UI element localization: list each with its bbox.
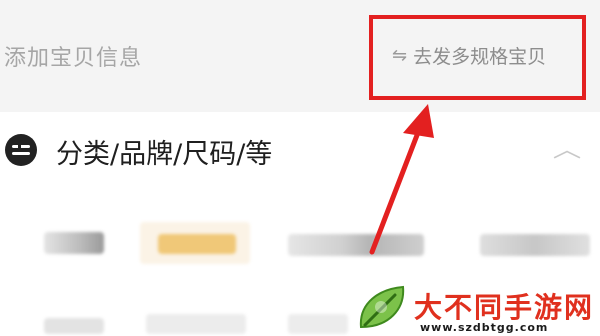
category-label: 分类/品牌/尺码/等 [56,139,273,170]
watermark-logo-icon [359,285,405,329]
watermark-url: www.szdbtgg.com [420,321,549,334]
option-chip-selected-fill [158,234,236,254]
option-chip[interactable] [44,232,104,254]
option-chip[interactable] [288,314,348,334]
chevron-up-icon[interactable]: ︿ [553,132,582,164]
list-icon [5,134,37,166]
option-chip[interactable] [480,234,590,256]
option-chip[interactable] [288,234,424,256]
option-chip[interactable] [44,318,104,334]
watermark-title: 大不同手游网 [414,291,595,324]
option-chip[interactable] [146,314,246,334]
section-title: 添加宝贝信息 [4,46,143,71]
annotation-highlight-box [369,15,586,100]
